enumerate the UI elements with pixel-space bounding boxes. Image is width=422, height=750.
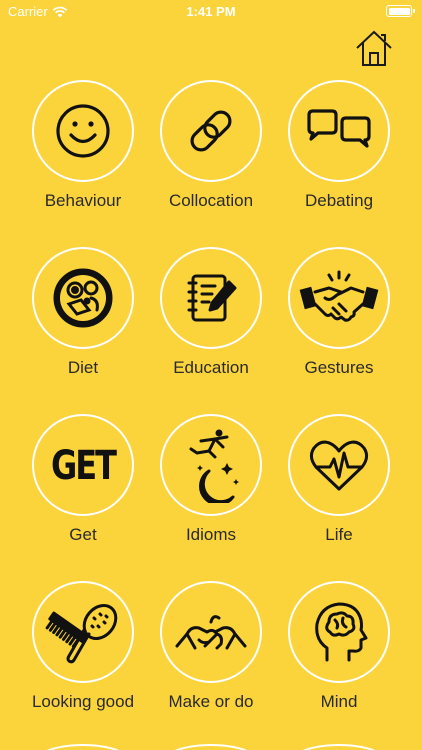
topic-label: Gestures <box>304 358 374 377</box>
topic-circle <box>288 414 390 516</box>
smiley-face-icon <box>56 104 110 158</box>
topic-tile-mind[interactable]: Mind <box>269 581 409 731</box>
topic-label: Education <box>173 358 249 377</box>
topic-label: Life <box>325 525 353 544</box>
topic-tile-diet[interactable]: Diet <box>13 247 153 397</box>
topic-tile-behaviour[interactable]: Behaviour <box>13 80 153 230</box>
food-bowl-icon <box>53 268 113 328</box>
topic-label: Diet <box>67 358 99 377</box>
jumping-over-moon-icon <box>189 429 239 503</box>
topic-circle <box>288 247 390 349</box>
next-row-circle-peek <box>160 744 262 750</box>
notebook-pencil-icon <box>187 274 237 322</box>
topic-tile-collocation[interactable]: Collocation <box>141 80 281 230</box>
topic-circle <box>160 581 262 683</box>
heartbeat-icon <box>309 440 369 491</box>
get-icon: GET <box>51 441 117 489</box>
topic-tile-life[interactable]: Life <box>269 414 409 564</box>
topic-tile-idioms[interactable]: Idioms <box>141 414 281 564</box>
topic-circle <box>32 80 134 182</box>
topic-circle <box>288 581 390 683</box>
topic-label: Looking good <box>31 692 135 711</box>
topic-tile-education[interactable]: Education <box>141 247 281 397</box>
topic-tile-debating[interactable]: Debating <box>269 80 409 230</box>
chain-link-icon <box>190 110 232 152</box>
topic-circle: GET <box>32 414 134 516</box>
topic-grid: Behaviour Collocation Debating Diet Educ… <box>0 0 422 750</box>
topic-label: Idioms <box>185 525 237 544</box>
topic-label: Mind <box>320 692 358 711</box>
topic-label: Debating <box>304 191 374 210</box>
speech-bubbles-icon <box>307 109 371 148</box>
topic-tile-make-or-do[interactable]: Make or do <box>141 581 281 731</box>
topic-tile-looking-good[interactable]: Looking good <box>13 581 153 731</box>
topic-circle <box>32 581 134 683</box>
topic-tile-get[interactable]: GET Get <box>13 414 153 564</box>
topic-circle <box>160 80 262 182</box>
head-brain-icon <box>315 602 368 662</box>
topic-label: Collocation <box>168 191 254 210</box>
handshake-icon <box>299 270 379 322</box>
topic-tile-gestures[interactable]: Gestures <box>269 247 409 397</box>
topic-label: Make or do <box>168 692 254 711</box>
topic-circle <box>288 80 390 182</box>
topic-circle <box>160 414 262 516</box>
next-row-circle-peek <box>288 744 390 750</box>
comb-brush-icon <box>45 604 118 664</box>
topic-circle <box>160 247 262 349</box>
topic-label: Get <box>69 525 97 544</box>
topic-label: Behaviour <box>44 191 122 210</box>
next-row-circle-peek <box>32 744 134 750</box>
pinky-promise-icon <box>175 615 247 650</box>
topic-circle <box>32 247 134 349</box>
